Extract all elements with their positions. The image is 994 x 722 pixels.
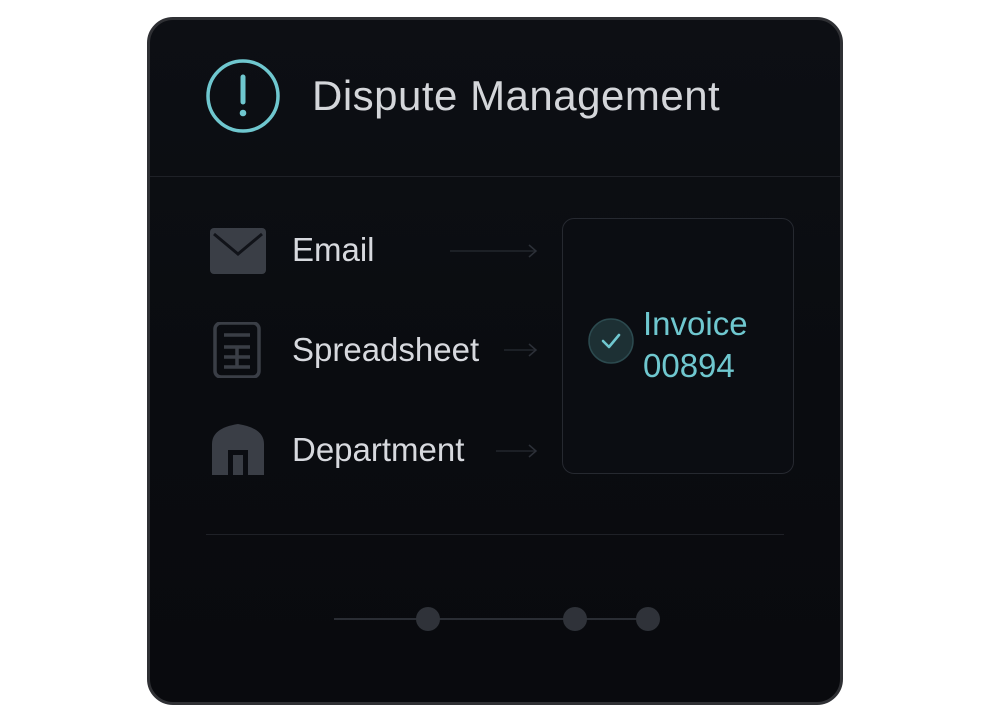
arrow-right-icon (496, 444, 538, 458)
invoice-number: 00894 (643, 347, 735, 384)
spreadsheet-icon (213, 322, 261, 378)
arrow-right-icon (450, 244, 538, 258)
header-divider (150, 176, 840, 177)
stepper-node (636, 607, 660, 631)
stepper-node (416, 607, 440, 631)
building-icon (212, 424, 264, 475)
source-label-department: Department (292, 431, 465, 468)
check-circle-icon (588, 318, 634, 364)
source-label-spreadsheet: Spreadsheet (292, 331, 480, 368)
envelope-icon (210, 228, 266, 274)
dispute-management-card: Dispute Management Email Spreadsheet Dep… (147, 17, 843, 705)
source-label-email: Email (292, 231, 375, 268)
stepper-node (563, 607, 587, 631)
progress-stepper (334, 607, 660, 631)
alert-circle-icon (206, 59, 280, 133)
page-title: Dispute Management (312, 72, 721, 119)
source-item-department[interactable]: Department (206, 422, 546, 478)
invoice-label: Invoice 00894 (643, 303, 748, 387)
arrow-right-icon (504, 343, 538, 357)
card-header: Dispute Management (150, 20, 840, 176)
source-item-spreadsheet[interactable]: Spreadsheet (206, 322, 546, 378)
footer-divider (206, 534, 784, 535)
invoice-title: Invoice (643, 305, 748, 342)
invoice-target-box[interactable]: Invoice 00894 (562, 218, 794, 474)
